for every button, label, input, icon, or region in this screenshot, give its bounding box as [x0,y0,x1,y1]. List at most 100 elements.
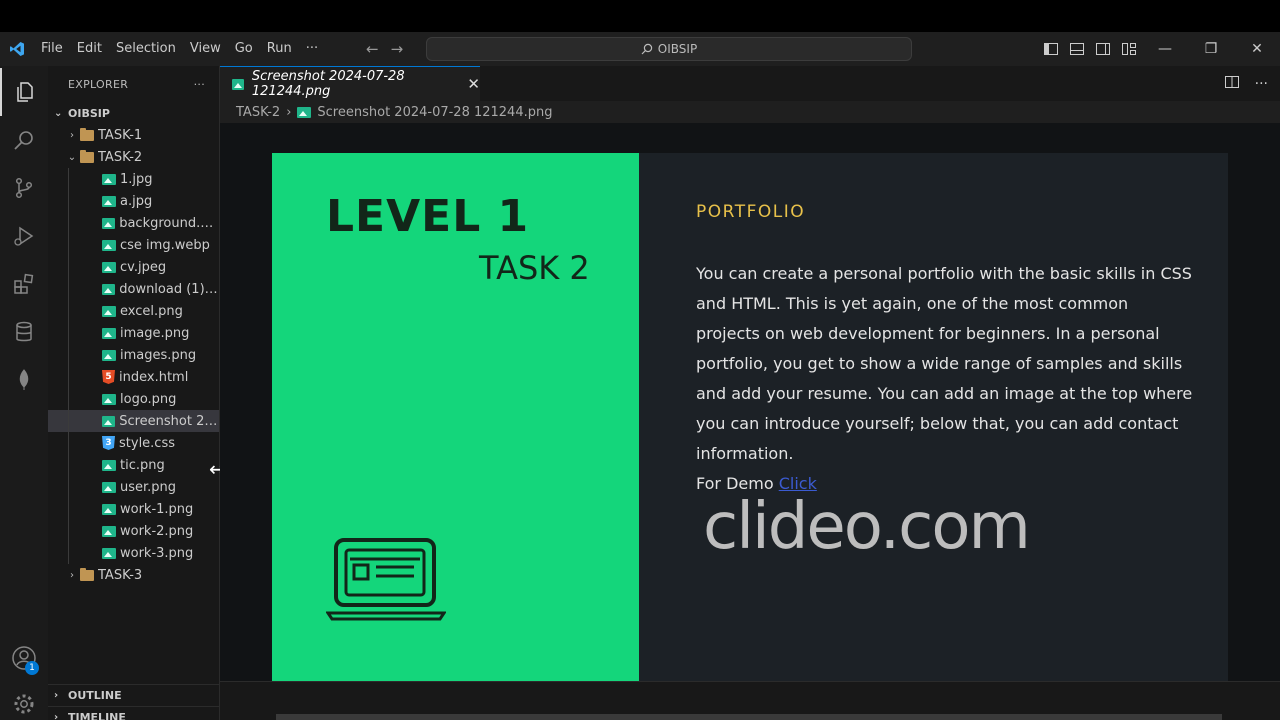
workspace-root[interactable]: ⌄ OIBSIP [48,102,219,124]
minimize-icon[interactable]: — [1142,41,1188,57]
file-item[interactable]: 5 index.html [48,366,219,388]
tab-label: Screenshot 2024-07-28 121244.png [251,69,405,99]
file-item[interactable]: user.png [48,476,219,498]
tab-screenshot[interactable]: Screenshot 2024-07-28 121244.png ✕ [220,66,480,101]
customize-layout-icon[interactable] [1116,43,1142,55]
file-item[interactable]: 3 style.css [48,432,219,454]
horizontal-scrollbar[interactable] [276,714,1222,720]
image-file-icon [102,525,116,537]
folder-task-1[interactable]: › TASK-1 [48,124,219,146]
command-center-search[interactable]: OIBSIP [426,37,912,61]
accounts-icon[interactable]: 1 [0,634,48,682]
file-item[interactable]: excel.png [48,300,219,322]
file-item[interactable]: cse img.webp [48,234,219,256]
file-label: excel.png [120,303,183,319]
title-bar: File Edit Selection View Go Run ··· ← → … [0,32,1280,66]
file-label: logo.png [120,391,177,407]
forward-arrow-icon[interactable]: → [391,40,404,58]
search-icon[interactable] [0,116,48,164]
image-file-icon [102,393,116,405]
image-file-icon [102,547,116,559]
toggle-panel-icon[interactable] [1064,43,1090,55]
menu-edit[interactable]: Edit [70,32,109,66]
image-file-icon [102,283,116,295]
run-debug-icon[interactable] [0,212,48,260]
menu-go[interactable]: Go [228,32,260,66]
restore-icon[interactable]: ❐ [1188,41,1234,57]
menu-selection[interactable]: Selection [109,32,183,66]
timeline-panel-header[interactable]: › TIMELINE [48,706,220,720]
file-item[interactable]: work-3.png [48,542,219,564]
more-actions-icon[interactable]: ··· [1255,76,1268,92]
html5-file-icon: 5 [102,370,115,384]
bottom-panel-area [220,681,1280,720]
database-icon[interactable] [0,308,48,356]
breadcrumb-file[interactable]: Screenshot 2024-07-28 121244.png [317,105,552,120]
close-tab-icon[interactable]: ✕ [467,75,480,93]
menu-more[interactable]: ··· [299,32,325,66]
explorer-title: EXPLORER [68,77,129,91]
source-control-icon[interactable] [0,164,48,212]
vscode-logo-icon[interactable] [0,32,34,66]
folder-open-icon [80,149,94,163]
chevron-right-icon: › [70,569,74,581]
image-file-icon [102,261,116,273]
chevron-right-icon: › [54,712,59,720]
file-label: a.jpg [120,193,153,209]
file-item[interactable]: images.png [48,344,219,366]
image-file-icon [102,217,116,229]
watermark-text: clideo.com [703,490,1031,564]
toggle-secondary-sidebar-icon[interactable] [1090,43,1116,55]
file-label: download (1).j... [119,281,219,297]
file-label: cse img.webp [120,237,210,253]
menu-bar: File Edit Selection View Go Run ··· [34,32,325,66]
breadcrumb-folder[interactable]: TASK-2 [236,105,280,120]
back-arrow-icon[interactable]: ← [366,40,379,58]
file-item[interactable]: cv.jpeg [48,256,219,278]
file-item[interactable]: tic.png [48,454,219,476]
image-file-icon [102,173,116,185]
chevron-right-icon: › [70,129,74,141]
file-label: background.png [119,215,219,231]
menu-file[interactable]: File [34,32,70,66]
outline-label: OUTLINE [68,689,122,702]
explorer-icon[interactable] [0,68,48,116]
folder-label: TASK-3 [98,567,143,583]
menu-view[interactable]: View [183,32,228,66]
split-editor-icon[interactable] [1224,75,1239,92]
activity-bar: 1 [0,66,48,720]
explorer-more-actions[interactable]: ··· [194,78,205,91]
chevron-down-icon: ⌄ [67,151,77,163]
file-item[interactable]: download (1).j... [48,278,219,300]
close-window-icon[interactable]: ✕ [1234,41,1280,57]
settings-gear-icon[interactable] [0,680,48,720]
image-file-icon [102,327,116,339]
file-item[interactable]: logo.png [48,388,219,410]
folder-task-3[interactable]: › TASK-3 [48,564,219,586]
file-item[interactable]: work-2.png [48,520,219,542]
file-label: tic.png [120,457,165,473]
file-item[interactable]: a.jpg [48,190,219,212]
file-item[interactable]: work-1.png [48,498,219,520]
outline-panel-header[interactable]: › OUTLINE [48,684,220,706]
file-label: user.png [120,479,177,495]
extensions-icon[interactable] [0,260,48,308]
image-file-icon [102,481,116,493]
timeline-label: TIMELINE [68,711,126,720]
file-label: image.png [120,325,190,341]
file-item-selected[interactable]: Screenshot 20... [48,410,219,432]
search-text: OIBSIP [657,42,698,56]
explorer-sidebar: EXPLORER ··· ⌄ OIBSIP › TASK-1 ⌄ TASK-2 … [48,66,220,720]
file-item[interactable]: image.png [48,322,219,344]
folder-task-2[interactable]: ⌄ TASK-2 [48,146,219,168]
folder-label: TASK-2 [98,149,143,165]
search-icon [641,43,652,55]
file-item[interactable]: 1.jpg [48,168,219,190]
portfolio-description: You can create a personal portfolio with… [696,264,1193,463]
css3-file-icon: 3 [102,436,115,450]
image-preview-editor: LEVEL 1 TASK 2 PORTFOLIO You can create … [220,123,1280,681]
mongodb-leaf-icon[interactable] [0,356,48,404]
menu-run[interactable]: Run [260,32,299,66]
toggle-primary-sidebar-icon[interactable] [1038,43,1064,55]
file-item[interactable]: background.png [48,212,219,234]
